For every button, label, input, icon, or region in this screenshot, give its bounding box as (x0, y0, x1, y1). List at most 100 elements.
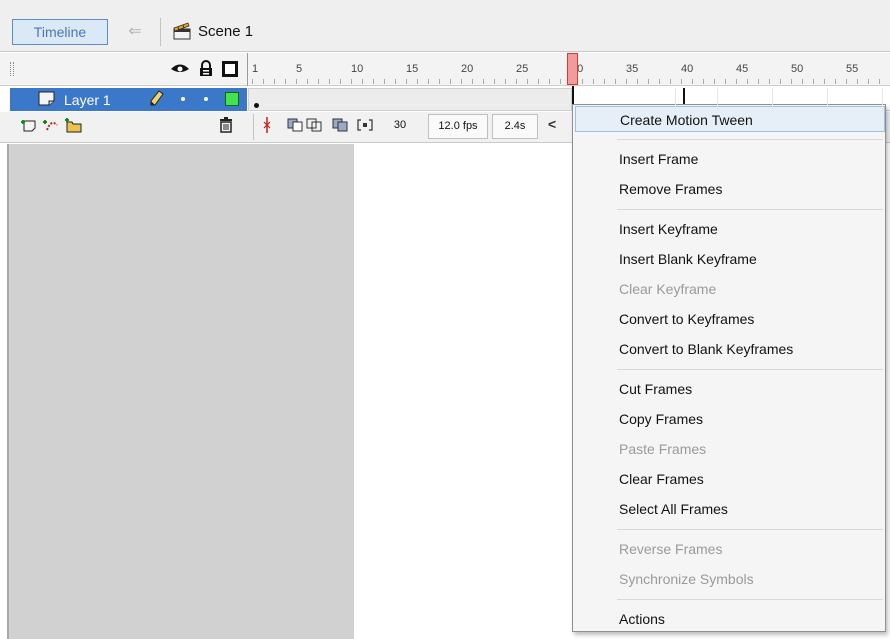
lock-icon[interactable] (199, 60, 213, 77)
scroll-left-icon[interactable]: < (548, 116, 556, 132)
ruler-tick (725, 79, 726, 84)
ruler-tick (285, 79, 286, 84)
menu-item-paste-frames: Paste Frames (619, 441, 707, 457)
ruler-tick (516, 79, 517, 84)
ruler-tick-label: 55 (846, 63, 859, 75)
menu-item-insert-blank-keyframe[interactable]: Insert Blank Keyframe (573, 246, 885, 272)
frame-span[interactable] (248, 88, 572, 111)
add-folder-icon[interactable] (64, 117, 82, 133)
outline-icon[interactable] (222, 61, 238, 77)
menu-separator (617, 599, 883, 600)
menu-item-remove-frames[interactable]: Remove Frames (573, 176, 885, 202)
menu-separator (617, 529, 883, 530)
add-motion-guide-icon[interactable] (42, 117, 60, 133)
ruler-tick (769, 79, 770, 84)
ruler-tick-label: 45 (736, 63, 749, 75)
ruler-tick-label: 40 (681, 63, 694, 75)
ruler-tick (505, 79, 506, 84)
ruler-tick (494, 79, 495, 84)
frame-grid-line (827, 88, 828, 111)
ruler-tick (373, 79, 374, 84)
ruler-tick (670, 79, 671, 84)
ruler-tick (461, 79, 462, 84)
menu-item-copy-frames[interactable]: Copy Frames (573, 406, 885, 432)
trash-icon[interactable] (219, 116, 233, 133)
ruler-tick (780, 79, 781, 84)
ruler-tick-label: 5 (296, 63, 303, 75)
lock-dot[interactable] (204, 97, 208, 101)
ruler-tick (703, 79, 704, 84)
toolbar-separator (160, 18, 161, 46)
layer-outline-color[interactable] (225, 92, 239, 106)
menu-item-clear-frames[interactable]: Clear Frames (573, 466, 885, 492)
menu-item-synchronize-symbols: Synchronize Symbols (619, 571, 754, 587)
ruler-tick-label: 15 (406, 63, 419, 75)
elapsed-time-readout: 2.4s (492, 114, 538, 139)
onion-skin-icon[interactable] (287, 118, 303, 132)
menu-item-insert-keyframe[interactable]: Insert Keyframe (573, 216, 885, 242)
menu-item-actions[interactable]: Actions (573, 606, 885, 632)
ruler-tick (450, 79, 451, 84)
ruler-tick (560, 79, 561, 84)
scene-label[interactable]: Scene 1 (198, 23, 253, 40)
ruler-tick (648, 79, 649, 84)
edit-multiple-frames-icon[interactable] (332, 118, 348, 132)
eye-icon[interactable] (170, 62, 190, 76)
ruler-tick (813, 79, 814, 84)
ruler-tick (406, 79, 407, 84)
panel-grip[interactable] (10, 62, 14, 76)
ruler-tick (681, 79, 682, 84)
playhead[interactable] (567, 53, 578, 85)
ruler-tick (340, 79, 341, 84)
ruler-tick (835, 79, 836, 84)
ruler-tick (692, 79, 693, 84)
ruler-tick-label: 35 (626, 63, 639, 75)
onion-skin-outlines-icon[interactable] (306, 118, 322, 132)
back-arrow-icon[interactable]: ⇐ (118, 20, 152, 44)
ruler-tick (758, 79, 759, 84)
ruler-tick (351, 79, 352, 84)
menu-item-select-all-frames[interactable]: Select All Frames (573, 496, 885, 522)
menu-item-create-motion-tween[interactable]: Create Motion Tween (575, 106, 885, 132)
ruler-tick (483, 79, 484, 84)
modify-onion-markers-icon[interactable] (357, 118, 373, 132)
ruler-tick (318, 79, 319, 84)
ruler-tick (604, 79, 605, 84)
menu-item-convert-to-keyframes[interactable]: Convert to Keyframes (573, 306, 885, 332)
ruler-tick (395, 79, 396, 84)
ruler-tick (659, 79, 660, 84)
controls-separator (253, 114, 254, 140)
menu-item-insert-frame[interactable]: Insert Frame (573, 146, 885, 172)
ruler-tick-label: 50 (791, 63, 804, 75)
add-layer-icon[interactable] (20, 117, 38, 133)
stage[interactable] (354, 144, 572, 639)
menu-item-convert-to-blank-keyframes[interactable]: Convert to Blank Keyframes (573, 336, 885, 362)
pasteboard[interactable] (9, 144, 354, 639)
ruler-tick (439, 79, 440, 84)
ruler-tick (307, 79, 308, 84)
current-frame-readout[interactable]: 30 (380, 114, 420, 139)
context-menu: Create Motion Tween Insert Frame Remove Fr… (572, 104, 886, 632)
ruler-tick (879, 79, 880, 84)
ruler-tick (626, 79, 627, 84)
visibility-dot[interactable] (181, 97, 185, 101)
menu-item-clear-keyframe: Clear Keyframe (619, 281, 717, 297)
menu-separator (617, 369, 883, 370)
frame-grid-line (675, 88, 676, 111)
keyframe-marker[interactable] (254, 103, 259, 108)
ruler-tick (472, 79, 473, 84)
ruler-tick (736, 79, 737, 84)
timeline-button[interactable]: Timeline (12, 19, 108, 45)
pencil-icon (150, 90, 164, 106)
ruler-tick (846, 79, 847, 84)
menu-item-cut-frames[interactable]: Cut Frames (573, 376, 885, 402)
ruler-tick-label: 20 (461, 63, 474, 75)
ruler-tick (329, 79, 330, 84)
ruler-tick (274, 79, 275, 84)
ruler-tick (538, 79, 539, 84)
frame-rate-readout[interactable]: 12.0 fps (428, 114, 488, 139)
ruler-tick (362, 79, 363, 84)
center-frame-icon[interactable] (262, 116, 272, 134)
layer-name[interactable]: Layer 1 (64, 92, 111, 108)
ruler-tick (791, 79, 792, 84)
